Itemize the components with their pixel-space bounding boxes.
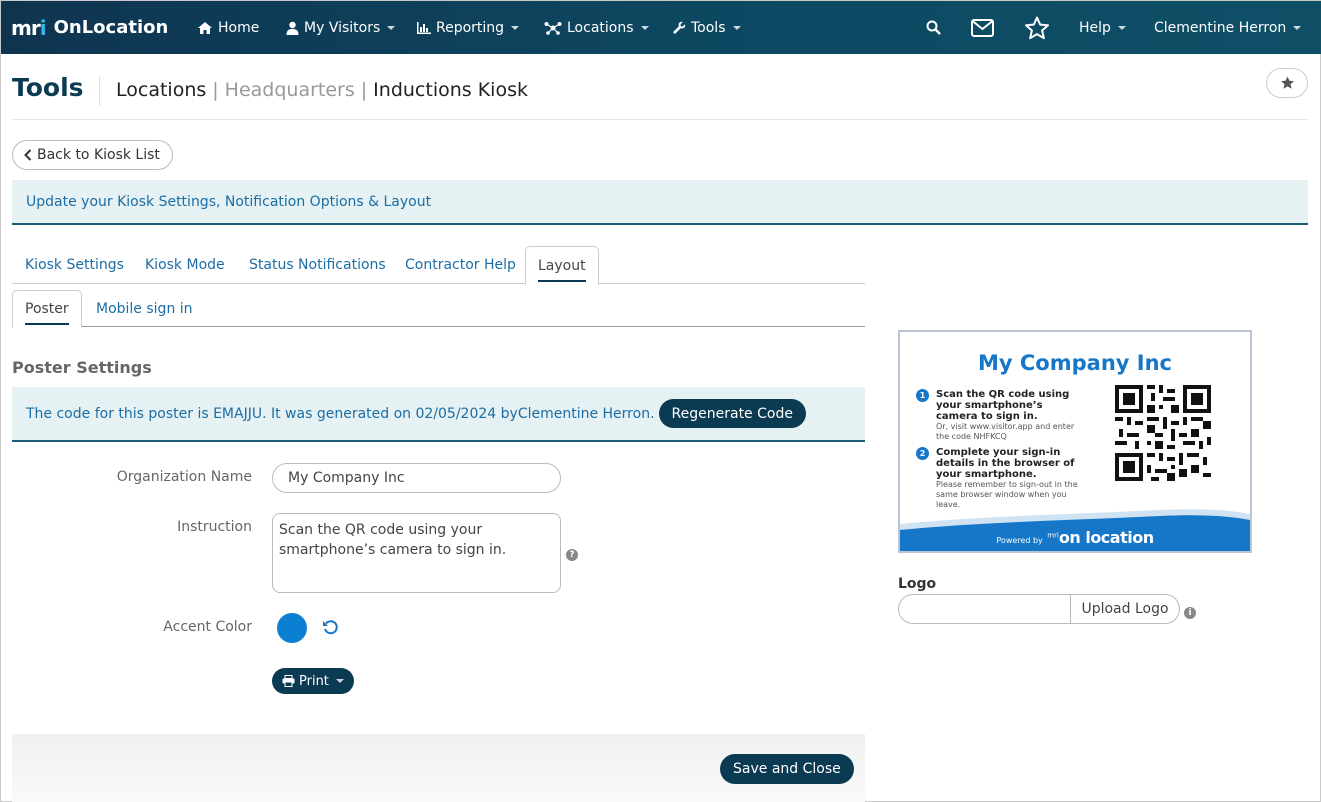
save-and-close-button[interactable]: Save and Close bbox=[720, 754, 854, 784]
wrench-icon bbox=[673, 21, 686, 34]
nav-locations[interactable]: Locations bbox=[544, 1, 649, 54]
nav-my-visitors[interactable]: My Visitors bbox=[286, 1, 396, 54]
chevron-down-icon bbox=[335, 679, 344, 683]
favorites-button[interactable] bbox=[1024, 1, 1050, 54]
tab-kiosk-settings[interactable]: Kiosk Settings bbox=[25, 246, 124, 284]
logo-label: Logo bbox=[898, 576, 937, 592]
mri-logo: mri bbox=[11, 15, 47, 40]
accent-color-label: Accent Color bbox=[163, 619, 252, 635]
undo-icon bbox=[323, 620, 338, 635]
search-icon bbox=[926, 20, 941, 35]
messages-button[interactable] bbox=[971, 1, 994, 54]
chevron-down-icon bbox=[1293, 25, 1302, 30]
user-menu[interactable]: Clementine Herron bbox=[1154, 1, 1302, 54]
regenerate-code-button[interactable]: Regenerate Code bbox=[658, 399, 806, 428]
info-icon[interactable]: i bbox=[1184, 607, 1196, 619]
favorite-page-button[interactable] bbox=[1266, 68, 1308, 98]
qr-code bbox=[1115, 385, 1211, 481]
powered-by-onlocation: Powered by mrion location bbox=[996, 528, 1154, 547]
poster-preview: My Company Inc 1 Scan the QR code using … bbox=[898, 330, 1252, 553]
subtab-poster[interactable]: Poster bbox=[12, 290, 82, 328]
instruction-label: Instruction bbox=[177, 519, 252, 535]
home-icon bbox=[198, 21, 212, 34]
page-title: Tools bbox=[12, 73, 84, 102]
instruction-textarea[interactable]: Scan the QR code using your smartphone’s… bbox=[272, 513, 561, 593]
layout-subtabs: Poster Mobile sign in bbox=[12, 290, 865, 328]
tab-contractor-help[interactable]: Contractor Help bbox=[405, 246, 516, 284]
chevron-down-icon bbox=[640, 25, 649, 30]
generated-by-user-link[interactable]: Clementine Herron bbox=[518, 406, 650, 422]
breadcrumb-headquarters[interactable]: Headquarters bbox=[225, 79, 355, 101]
tab-status-notifications[interactable]: Status Notifications bbox=[249, 246, 386, 284]
org-name-input[interactable]: My Company Inc bbox=[272, 463, 561, 493]
breadcrumb-locations[interactable]: Locations bbox=[116, 79, 206, 101]
logo-file-input[interactable] bbox=[899, 595, 1070, 623]
tab-kiosk-mode[interactable]: Kiosk Mode bbox=[145, 246, 225, 284]
top-navbar: mri OnLocation Home My Visitors Reportin… bbox=[1, 1, 1321, 54]
poster-step-1: 1 Scan the QR code using your smartphone… bbox=[916, 389, 1086, 442]
reset-color-button[interactable] bbox=[322, 619, 339, 640]
nav-reporting[interactable]: Reporting bbox=[417, 1, 520, 54]
chevron-down-icon bbox=[511, 25, 520, 30]
question-icon[interactable]: ? bbox=[566, 549, 578, 561]
star-icon bbox=[1280, 76, 1294, 89]
back-to-kiosk-list-button[interactable]: Back to Kiosk List bbox=[12, 140, 173, 170]
poster-step-2: 2 Complete your sign-in details in the b… bbox=[916, 447, 1086, 510]
chevron-left-icon bbox=[24, 149, 32, 161]
app-name: OnLocation bbox=[53, 17, 169, 38]
nav-help[interactable]: Help bbox=[1079, 1, 1126, 54]
accent-color-swatch[interactable] bbox=[277, 613, 307, 643]
header-rule bbox=[12, 119, 1308, 120]
section-title: Poster Settings bbox=[12, 358, 152, 377]
user-icon bbox=[286, 21, 299, 35]
chevron-down-icon bbox=[732, 25, 741, 30]
subtab-mobile-sign-in[interactable]: Mobile sign in bbox=[96, 290, 193, 327]
breadcrumb-current: Inductions Kiosk bbox=[373, 79, 528, 101]
nav-tools[interactable]: Tools bbox=[672, 1, 741, 54]
poster-code-banner: The code for this poster is EMAJJU. It w… bbox=[12, 387, 865, 442]
chevron-down-icon bbox=[387, 25, 396, 30]
search-button[interactable] bbox=[926, 1, 941, 54]
printer-icon bbox=[282, 675, 295, 687]
info-banner: Update your Kiosk Settings, Notification… bbox=[12, 180, 1308, 225]
org-name-label: Organization Name bbox=[116, 469, 252, 485]
star-outline-icon bbox=[1025, 16, 1049, 39]
print-button[interactable]: Print bbox=[272, 668, 354, 694]
bar-chart-icon bbox=[417, 21, 431, 34]
nav-home[interactable]: Home bbox=[197, 1, 259, 54]
tab-layout[interactable]: Layout bbox=[525, 246, 599, 285]
brand-logo[interactable]: mri OnLocation bbox=[11, 16, 168, 40]
breadcrumb: Locations | Headquarters | Inductions Kiosk bbox=[116, 79, 528, 101]
chevron-down-icon bbox=[1117, 25, 1126, 30]
network-icon bbox=[544, 21, 562, 35]
envelope-icon bbox=[971, 18, 994, 37]
settings-tabs: Kiosk Settings Kiosk Mode Status Notific… bbox=[12, 246, 865, 285]
poster-title: My Company Inc bbox=[978, 351, 1172, 375]
logo-upload-group: Upload Logo bbox=[898, 594, 1180, 624]
upload-logo-button[interactable]: Upload Logo bbox=[1070, 595, 1179, 623]
header-divider bbox=[99, 76, 100, 106]
